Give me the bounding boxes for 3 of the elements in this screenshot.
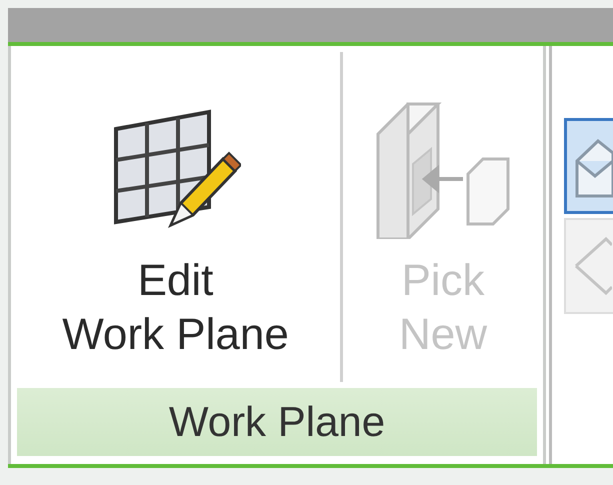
ribbon-button[interactable]: Edit Work Plane — [11, 52, 343, 382]
panel-title: Work Plane — [17, 388, 537, 456]
tool-button[interactable] — [564, 118, 613, 214]
